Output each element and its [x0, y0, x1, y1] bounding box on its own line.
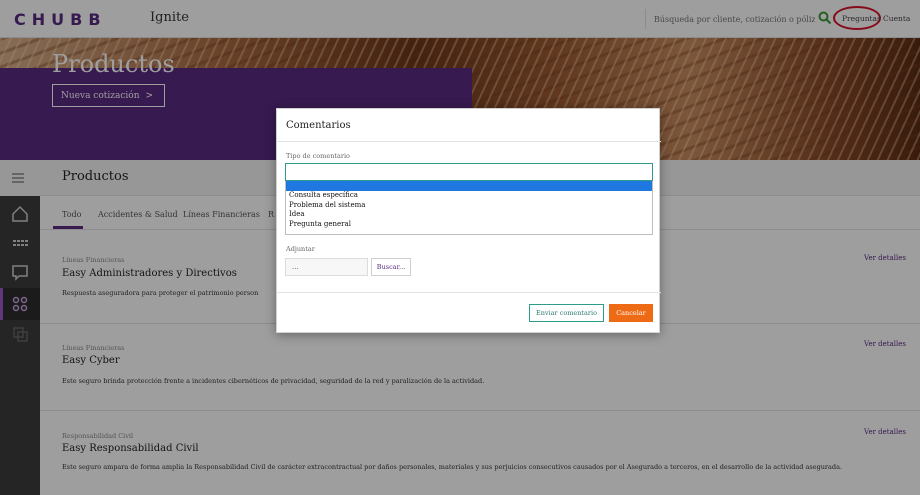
comment-type-label: Tipo de comentario	[286, 152, 350, 160]
modal-title: Comentarios	[286, 120, 351, 131]
option-pregunta-general[interactable]: Pregunta general	[286, 220, 652, 230]
option-empty[interactable]	[286, 181, 652, 191]
modal-footer-divider	[277, 292, 661, 293]
option-consulta-especifica[interactable]: Consulta específica	[286, 191, 652, 201]
option-idea[interactable]: Idea	[286, 210, 652, 220]
comment-type-options: Consulta específica Problema del sistema…	[285, 181, 653, 235]
attach-label: Adjuntar	[286, 245, 315, 253]
submit-comment-button[interactable]: Enviar comentario	[529, 304, 604, 322]
modal-header-divider	[277, 141, 661, 142]
comments-modal: Comentarios Tipo de comentario Consulta …	[276, 108, 661, 333]
option-problema-sistema[interactable]: Problema del sistema	[286, 201, 652, 211]
comment-type-select[interactable]	[285, 163, 653, 181]
browse-button[interactable]: Buscar...	[371, 258, 411, 276]
cancel-button[interactable]: Cancelar	[609, 304, 653, 322]
attach-file-input[interactable]	[285, 258, 368, 276]
